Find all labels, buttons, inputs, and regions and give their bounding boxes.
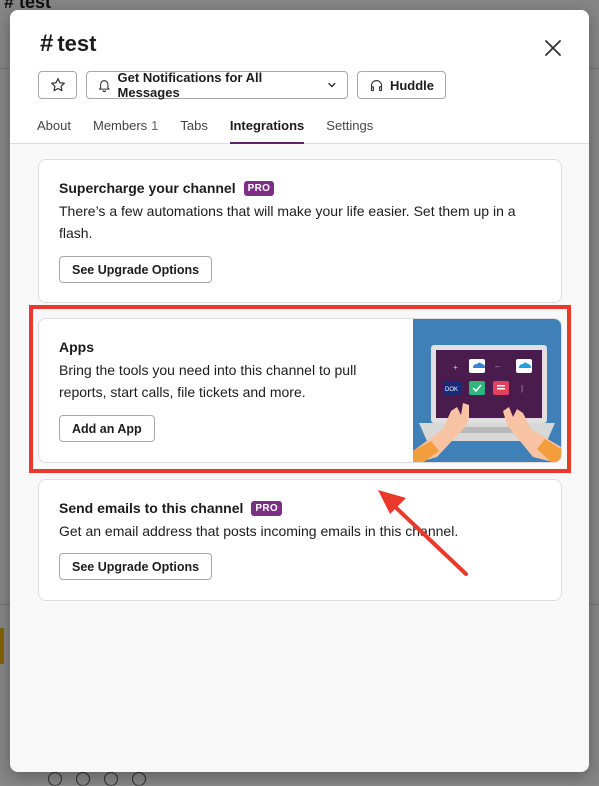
see-upgrade-options-button[interactable]: See Upgrade Options — [59, 553, 213, 580]
card-title: Supercharge your channel PRO — [59, 180, 541, 196]
add-an-app-button[interactable]: Add an App — [59, 415, 155, 442]
see-upgrade-options-button[interactable]: See Upgrade Options — [59, 256, 213, 283]
channel-details-modal: # test Get Notifications for All Message… — [10, 10, 589, 772]
notifications-button[interactable]: Get Notifications for All Messages — [86, 70, 348, 100]
bell-icon — [98, 79, 110, 92]
card-title: Apps — [59, 339, 94, 355]
page-title: # test — [40, 30, 96, 58]
close-icon — [545, 40, 561, 56]
members-count: 1 — [151, 118, 159, 133]
card-description: Bring the tools you need into this chann… — [59, 362, 357, 400]
svg-text:|: | — [521, 384, 523, 393]
notifications-label: Get Notifications for All Messages — [117, 70, 263, 100]
card-description: Get an email address that posts incoming… — [59, 523, 459, 539]
headphones-icon — [370, 79, 383, 91]
tab-members[interactable]: Members 1 — [93, 118, 158, 144]
tab-settings[interactable]: Settings — [326, 118, 373, 144]
pro-badge: PRO — [251, 500, 282, 516]
card-title: Send emails to this channel PRO — [59, 500, 541, 516]
tab-integrations[interactable]: Integrations — [229, 118, 305, 144]
tab-tabs[interactable]: Tabs — [180, 118, 207, 144]
channel-name: test — [57, 31, 97, 56]
supercharge-card: Supercharge your channel PRO There’s a f… — [38, 159, 562, 303]
svg-text:–: – — [495, 362, 500, 371]
svg-text:DOK: DOK — [445, 387, 458, 393]
send-emails-card: Send emails to this channel PRO Get an e… — [38, 479, 562, 601]
chevron-down-icon — [328, 82, 336, 88]
card-description: There’s a few automations that will make… — [59, 203, 516, 241]
tab-bar: About Members 1 Tabs Integrations Setting… — [37, 118, 395, 144]
pro-badge: PRO — [243, 180, 275, 196]
channel-toolbar: Get Notifications for All Messages Huddl… — [38, 70, 446, 100]
modal-header: # test Get Notifications for All Message… — [10, 10, 589, 144]
tab-about[interactable]: About — [37, 118, 71, 144]
huddle-button[interactable]: Huddle — [357, 71, 446, 99]
huddle-label: Huddle — [389, 77, 435, 93]
svg-text:+: + — [453, 363, 458, 372]
apps-card: Apps Bring the tools you need into this … — [38, 318, 562, 463]
channel-hash: # — [40, 30, 54, 57]
star-icon — [50, 78, 65, 92]
apps-illustration: + – DOK | — [413, 319, 561, 462]
close-button[interactable] — [539, 34, 567, 62]
star-button[interactable] — [38, 71, 77, 99]
